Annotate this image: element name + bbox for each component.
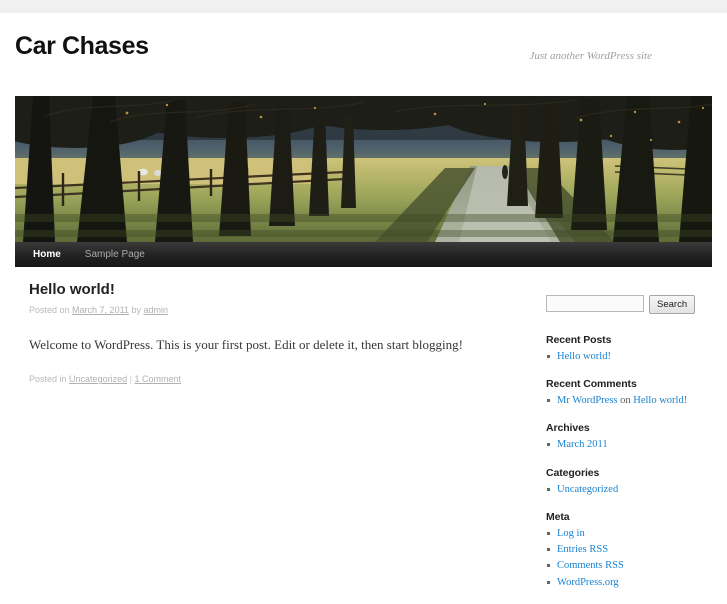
categories-list: Uncategorized (546, 482, 716, 497)
post-date-link[interactable]: March 7, 2011 (72, 305, 129, 315)
nav-item-home[interactable]: Home (15, 242, 73, 267)
page-wrapper: Car Chases Just another WordPress site H… (0, 13, 727, 588)
post-category-link[interactable]: Uncategorized (69, 374, 127, 384)
widget-meta: Meta Log in Entries RSS Comments RSS Wor… (546, 511, 716, 590)
widget-categories: Categories Uncategorized (546, 467, 716, 497)
search-input[interactable] (546, 295, 644, 312)
list-item[interactable]: Mr WordPress on Hello world! (546, 393, 716, 408)
posted-in-label: Posted in (29, 374, 67, 385)
post-author-link[interactable]: admin (143, 305, 168, 315)
widget-title-recent-posts: Recent Posts (546, 334, 612, 346)
list-item[interactable]: Log in (546, 526, 716, 541)
meta-link-wordpress-org[interactable]: WordPress.org (557, 577, 619, 588)
primary-column: Hello world! Posted on March 7, 2011 by … (29, 281, 519, 384)
header-image (15, 96, 712, 242)
nav-link-sample-page[interactable]: Sample Page (73, 242, 157, 267)
comment-post-link[interactable]: Hello world! (633, 395, 687, 406)
widget-recent-comments: Recent Comments Mr WordPress on Hello wo… (546, 378, 716, 408)
browser-top-strip (0, 0, 727, 13)
list-item[interactable]: Entries RSS (546, 542, 716, 557)
post-comments-link[interactable]: 1 Comment (134, 374, 181, 384)
search-form[interactable]: Search (546, 295, 716, 314)
meta-link-login[interactable]: Log in (557, 528, 585, 539)
meta-link-entries-rss[interactable]: Entries RSS (557, 544, 608, 555)
sidebar: Search Recent Posts Hello world! Recent … (546, 295, 716, 604)
list-item[interactable]: Hello world! (546, 349, 716, 364)
post-title[interactable]: Hello world! (29, 281, 519, 299)
primary-navigation[interactable]: Home Sample Page (15, 242, 712, 267)
archive-link[interactable]: March 2011 (557, 439, 608, 450)
widget-title-categories: Categories (546, 466, 600, 479)
archives-list: March 2011 (546, 437, 716, 452)
widget-title-recent-comments: Recent Comments (546, 378, 637, 391)
site-tagline: Just another WordPress site (529, 50, 652, 62)
post-hello-world: Hello world! Posted on March 7, 2011 by … (29, 281, 519, 384)
post-meta: Posted on March 7, 2011 by admin (29, 304, 519, 317)
search-submit-button[interactable]: Search (649, 295, 696, 314)
site-branding: Car Chases Just another WordPress site (0, 13, 727, 75)
nav-list: Home Sample Page (15, 242, 712, 267)
list-item[interactable]: March 2011 (546, 437, 716, 452)
recent-post-link[interactable]: Hello world! (557, 351, 611, 362)
list-item[interactable]: Uncategorized (546, 482, 716, 497)
comment-author-link[interactable]: Mr WordPress (557, 395, 618, 406)
widget-recent-posts: Recent Posts Hello world! (546, 334, 716, 364)
recent-posts-list: Hello world! (546, 349, 716, 364)
nav-item-sample-page[interactable]: Sample Page (73, 242, 157, 267)
widget-title-archives: Archives (546, 422, 590, 435)
widget-title-meta: Meta (546, 510, 570, 523)
by-label: by (131, 305, 141, 315)
comment-on-word: on (617, 395, 634, 407)
widget-archives: Archives March 2011 (546, 422, 716, 452)
list-item[interactable]: Comments RSS (546, 558, 716, 573)
post-footer: Posted in Uncategorized | 1 Comment (29, 374, 519, 384)
posted-on-label: Posted on (29, 305, 70, 315)
list-item[interactable]: WordPress.org (546, 575, 716, 590)
recent-comments-list: Mr WordPress on Hello world! (546, 393, 716, 408)
post-paragraph: Welcome to WordPress. This is your first… (29, 336, 463, 352)
post-content: Welcome to WordPress. This is your first… (29, 335, 519, 355)
meta-link-comments-rss[interactable]: Comments RSS (557, 560, 624, 571)
meta-list: Log in Entries RSS Comments RSS WordPres… (546, 526, 716, 590)
category-link[interactable]: Uncategorized (557, 484, 618, 495)
site-title[interactable]: Car Chases (15, 34, 149, 59)
header-image-graphic (15, 96, 712, 242)
footer-separator: | (129, 374, 132, 385)
nav-link-home[interactable]: Home (15, 242, 73, 267)
